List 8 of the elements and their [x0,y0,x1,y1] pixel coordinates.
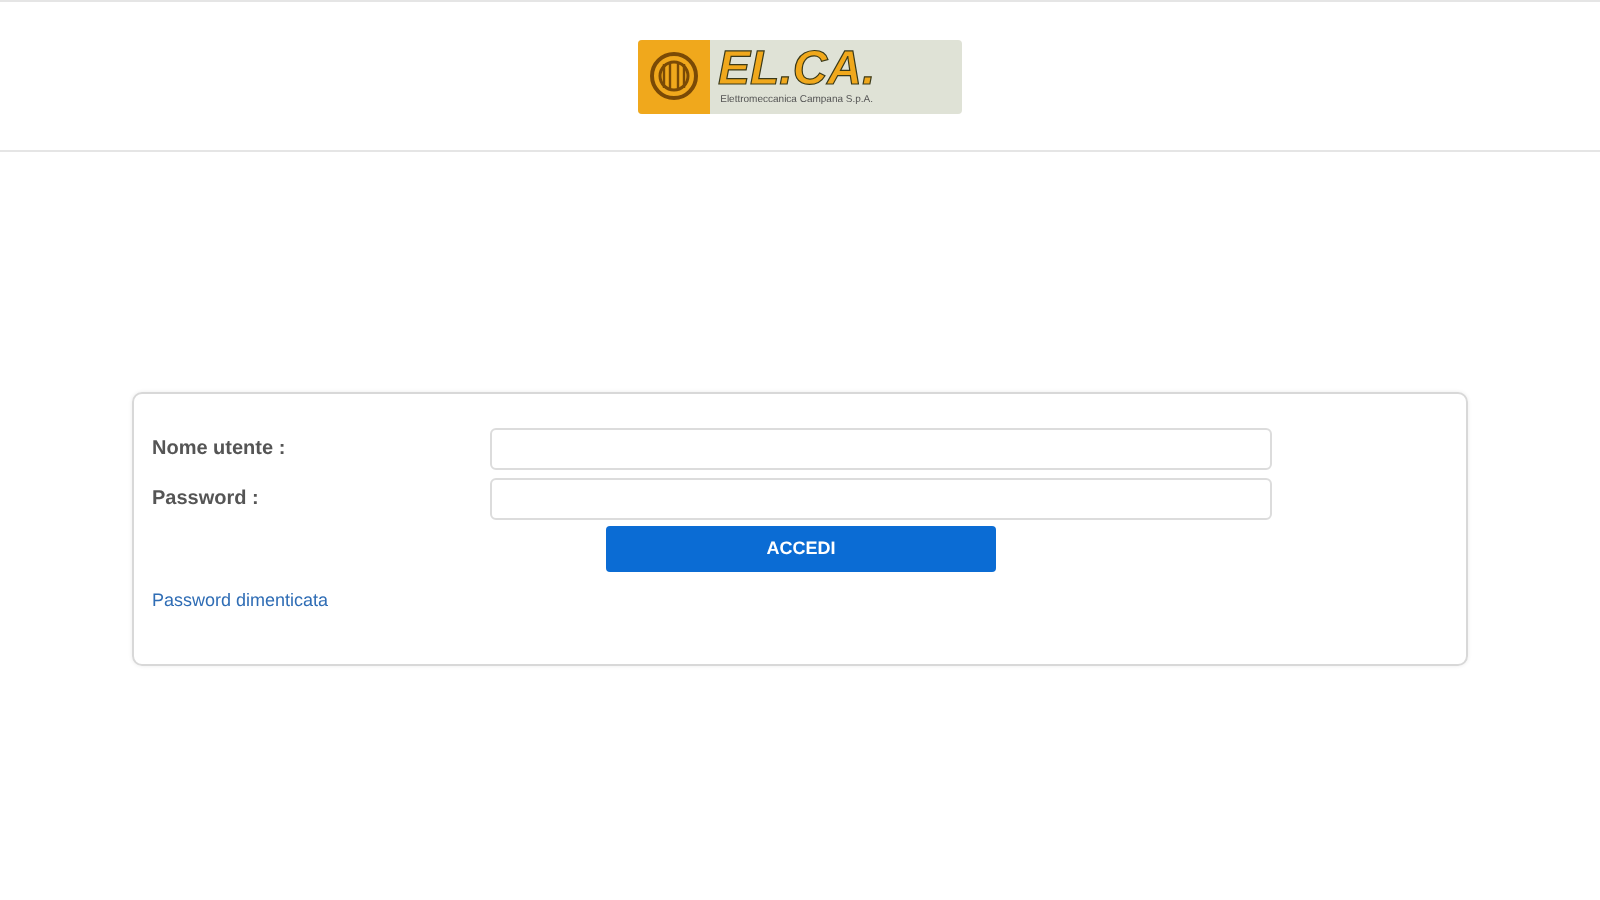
input-field[interactable] [490,477,1272,519]
coil-icon [648,50,700,102]
login-button[interactable]: ACCEDI [606,526,996,572]
field-label: Password : [152,485,261,513]
forgot-password-link[interactable]: Password dimenticata [152,588,329,615]
logo-title: EL.CA. [718,46,876,94]
input-field[interactable] [490,427,1272,469]
field-label: Nome utente : [152,435,288,463]
